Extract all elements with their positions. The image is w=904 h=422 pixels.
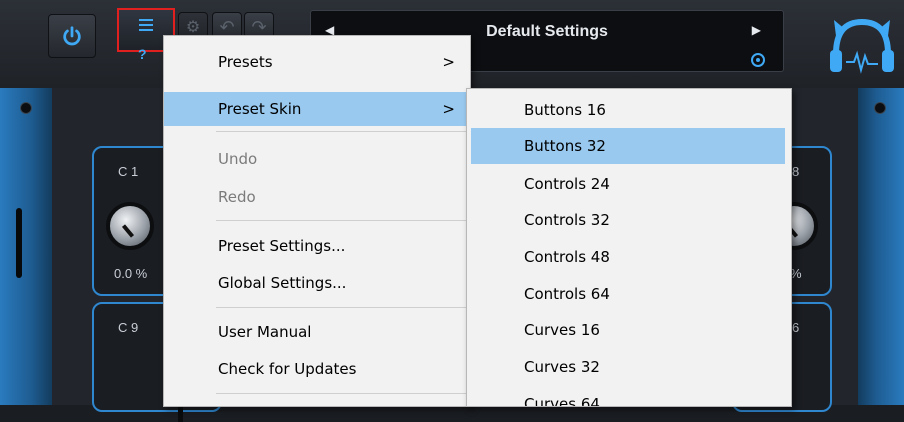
skin-item[interactable]: Controls 32 bbox=[467, 202, 791, 238]
help-icon[interactable]: ? bbox=[138, 46, 147, 62]
menu-item-preset-settings[interactable]: Preset Settings... bbox=[164, 229, 470, 263]
chevron-right-icon: > bbox=[442, 53, 455, 71]
skin-item-selected[interactable]: Buttons 32 bbox=[471, 128, 785, 164]
menu-item-preset-skin[interactable]: Preset Skin > bbox=[164, 92, 470, 126]
menu-item-label: Undo bbox=[218, 150, 258, 168]
main-menu: Presets > Preset Skin > Undo Redo Preset… bbox=[163, 35, 471, 407]
module-label: 8 bbox=[792, 164, 800, 179]
screw-icon bbox=[874, 102, 886, 114]
module-label: 6 bbox=[792, 320, 800, 335]
module-value: 0.0 % bbox=[114, 266, 148, 281]
menu-separator bbox=[216, 393, 466, 394]
menu-item-undo[interactable]: Undo bbox=[164, 142, 470, 176]
menu-item-global-settings[interactable]: Global Settings... bbox=[164, 266, 470, 300]
preset-skin-submenu: Buttons 16 Buttons 32 Controls 24 Contro… bbox=[466, 88, 792, 407]
rack-side-left bbox=[0, 88, 52, 405]
chevron-right-icon: > bbox=[442, 100, 455, 118]
menu-item-redo[interactable]: Redo bbox=[164, 180, 470, 214]
parameter-knob[interactable] bbox=[106, 202, 154, 250]
next-preset-icon[interactable]: ▶ bbox=[752, 23, 761, 37]
skin-item[interactable]: Controls 24 bbox=[467, 166, 791, 202]
module-label: C 9 bbox=[118, 320, 139, 335]
menu-separator bbox=[216, 307, 466, 308]
menu-item-label: Presets bbox=[218, 53, 273, 71]
menu-item-label: Check for Updates bbox=[218, 360, 357, 378]
preset-info-icon[interactable] bbox=[751, 53, 765, 67]
power-icon bbox=[63, 26, 81, 46]
gear-icon: ⚙ bbox=[185, 19, 201, 36]
menu-separator bbox=[216, 220, 466, 221]
brand-logo-icon bbox=[830, 18, 894, 74]
skin-item[interactable]: Controls 48 bbox=[467, 239, 791, 275]
menu-item-label: User Manual bbox=[218, 323, 312, 341]
skin-item[interactable]: Curves 16 bbox=[467, 312, 791, 348]
screw-icon bbox=[20, 102, 32, 114]
hamburger-icon bbox=[139, 19, 153, 31]
skin-item[interactable]: Curves 64 bbox=[467, 386, 791, 406]
skin-item[interactable]: Curves 32 bbox=[467, 349, 791, 385]
menu-item-label: Preset Settings... bbox=[218, 237, 346, 255]
menu-separator bbox=[216, 131, 466, 132]
rack-slot bbox=[16, 208, 22, 278]
rack-side-right bbox=[858, 88, 904, 405]
menu-item-label: Preset Skin bbox=[218, 100, 302, 118]
skin-item[interactable]: Controls 64 bbox=[467, 276, 791, 312]
module-label: C 1 bbox=[118, 164, 139, 179]
menu-item-label: Global Settings... bbox=[218, 274, 347, 292]
menu-item-check-updates[interactable]: Check for Updates bbox=[164, 352, 470, 386]
menu-item-label: Redo bbox=[218, 188, 256, 206]
power-button[interactable] bbox=[48, 14, 96, 58]
skin-item[interactable]: Buttons 16 bbox=[467, 92, 791, 128]
menu-item-user-manual[interactable]: User Manual bbox=[164, 315, 470, 349]
menu-item-presets[interactable]: Presets > bbox=[164, 45, 470, 79]
